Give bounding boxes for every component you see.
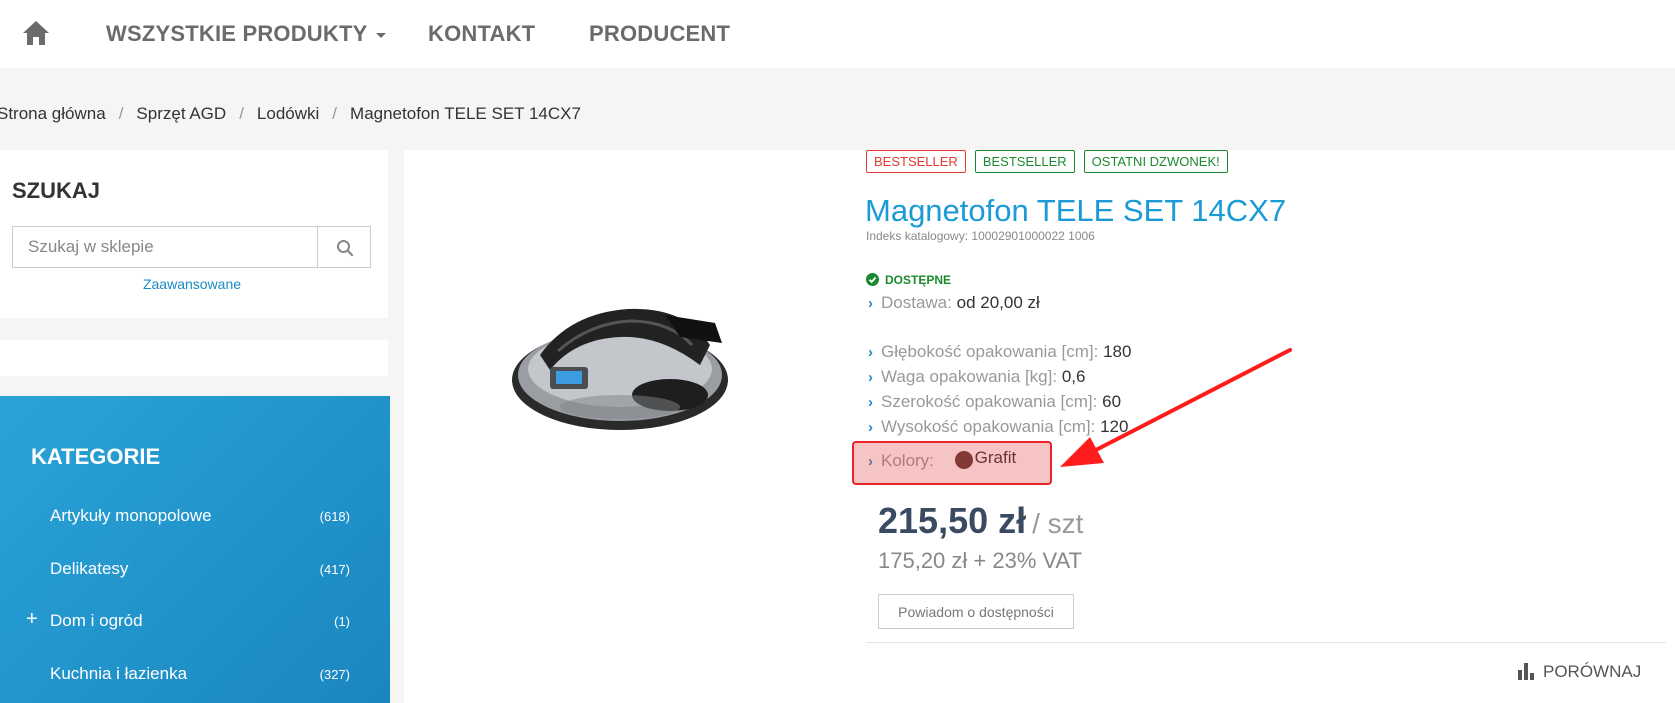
breadcrumb-separator: /: [332, 104, 338, 123]
badge-last-call: OSTATNI DZWONEK!: [1083, 150, 1228, 173]
sidebar-empty-panel: [0, 340, 388, 376]
compare-label: PORÓWNAJ: [1543, 662, 1642, 681]
annotation-highlight-box: [852, 441, 1052, 485]
delivery-row: › Dostawa: od 20,00 zł: [868, 293, 1040, 313]
search-button[interactable]: [317, 226, 371, 268]
check-circle-icon: [866, 273, 879, 286]
attribute-label: Waga opakowania [kg]:: [881, 367, 1058, 386]
search-panel: SZUKAJ Zaawansowane: [0, 150, 388, 318]
chevron-right-icon: ›: [868, 295, 873, 312]
expand-plus-icon[interactable]: +: [26, 608, 38, 631]
price: 215,50 zł / szt: [878, 500, 1083, 542]
breadcrumb-fridges[interactable]: Lodówki: [257, 104, 319, 123]
price-unit: / szt: [1032, 508, 1084, 539]
nav-all-products[interactable]: WSZYSTKIE PRODUKTY: [106, 21, 386, 47]
category-label: Dom i ogród: [50, 611, 143, 630]
divider: [866, 642, 1666, 643]
breadcrumb-current: Magnetofon TELE SET 14CX7: [350, 104, 581, 123]
breadcrumb: Strona główna / Sprzęt AGD / Lodówki / Magneto…: [0, 104, 581, 124]
chevron-right-icon: ›: [868, 394, 873, 411]
category-item[interactable]: Artykuły monopolowe (618): [50, 506, 350, 526]
annotation-arrow: [1060, 348, 1292, 467]
notify-availability-button[interactable]: Powiadom o dostępności: [878, 594, 1074, 629]
search-input[interactable]: [12, 226, 318, 268]
category-label: Kuchnia i łazienka: [50, 664, 188, 683]
top-navigation: WSZYSTKIE PRODUKTY KONTAKT PRODUCENT: [0, 0, 1675, 68]
product-title: Magnetofon TELE SET 14CX7: [865, 193, 1287, 228]
home-icon[interactable]: [22, 20, 50, 46]
categories-panel: KATEGORIE Artykuły monopolowe (618) Deli…: [0, 396, 390, 703]
nav-all-products-label: WSZYSTKIE PRODUKTY: [106, 21, 368, 46]
breadcrumb-home[interactable]: Strona główna: [0, 104, 106, 123]
nav-contact[interactable]: KONTAKT: [428, 21, 535, 47]
price-value: 215,50 zł: [878, 500, 1027, 541]
categories-title: KATEGORIE: [31, 444, 161, 469]
advanced-search-link[interactable]: Zaawansowane: [0, 276, 384, 292]
category-item[interactable]: Kuchnia i łazienka (327): [50, 664, 350, 684]
search-title: SZUKAJ: [12, 178, 101, 203]
badge-row: BESTSELLER BESTSELLER OSTATNI DZWONEK!: [866, 150, 1228, 173]
chevron-right-icon: ›: [868, 419, 873, 436]
category-count: (1): [334, 614, 350, 629]
badge-bestseller: BESTSELLER: [974, 150, 1075, 173]
compare-button[interactable]: PORÓWNAJ: [1517, 662, 1641, 682]
category-label: Delikatesy: [50, 559, 129, 578]
chevron-right-icon: ›: [868, 369, 873, 386]
nav-producer[interactable]: PRODUCENT: [589, 21, 730, 47]
category-count: (327): [319, 667, 350, 682]
category-count: (618): [319, 509, 350, 524]
breadcrumb-agd[interactable]: Sprzęt AGD: [136, 104, 226, 123]
catalog-index: Indeks katalogowy: 10002901000022 1006: [866, 229, 1095, 243]
category-count: (417): [319, 562, 350, 577]
search-icon: [337, 240, 354, 257]
category-item[interactable]: + Dom i ogród (1): [26, 608, 350, 631]
availability-label: DOSTĘPNE: [885, 273, 952, 287]
delivery-value: od 20,00 zł: [956, 293, 1040, 312]
category-item[interactable]: Delikatesy (417): [50, 559, 350, 579]
product-image[interactable]: [510, 295, 735, 440]
badge-bestseller: BESTSELLER: [866, 150, 966, 173]
availability-status: DOSTĘPNE: [866, 273, 951, 287]
delivery-label: Dostawa:: [881, 293, 952, 312]
bar-chart-icon: [1518, 663, 1534, 680]
net-price: 175,20 zł + 23% VAT: [878, 548, 1083, 573]
breadcrumb-separator: /: [239, 104, 244, 123]
caret-down-icon: [375, 32, 386, 38]
chevron-right-icon: ›: [868, 344, 873, 361]
breadcrumb-separator: /: [118, 104, 124, 123]
category-label: Artykuły monopolowe: [50, 506, 212, 525]
